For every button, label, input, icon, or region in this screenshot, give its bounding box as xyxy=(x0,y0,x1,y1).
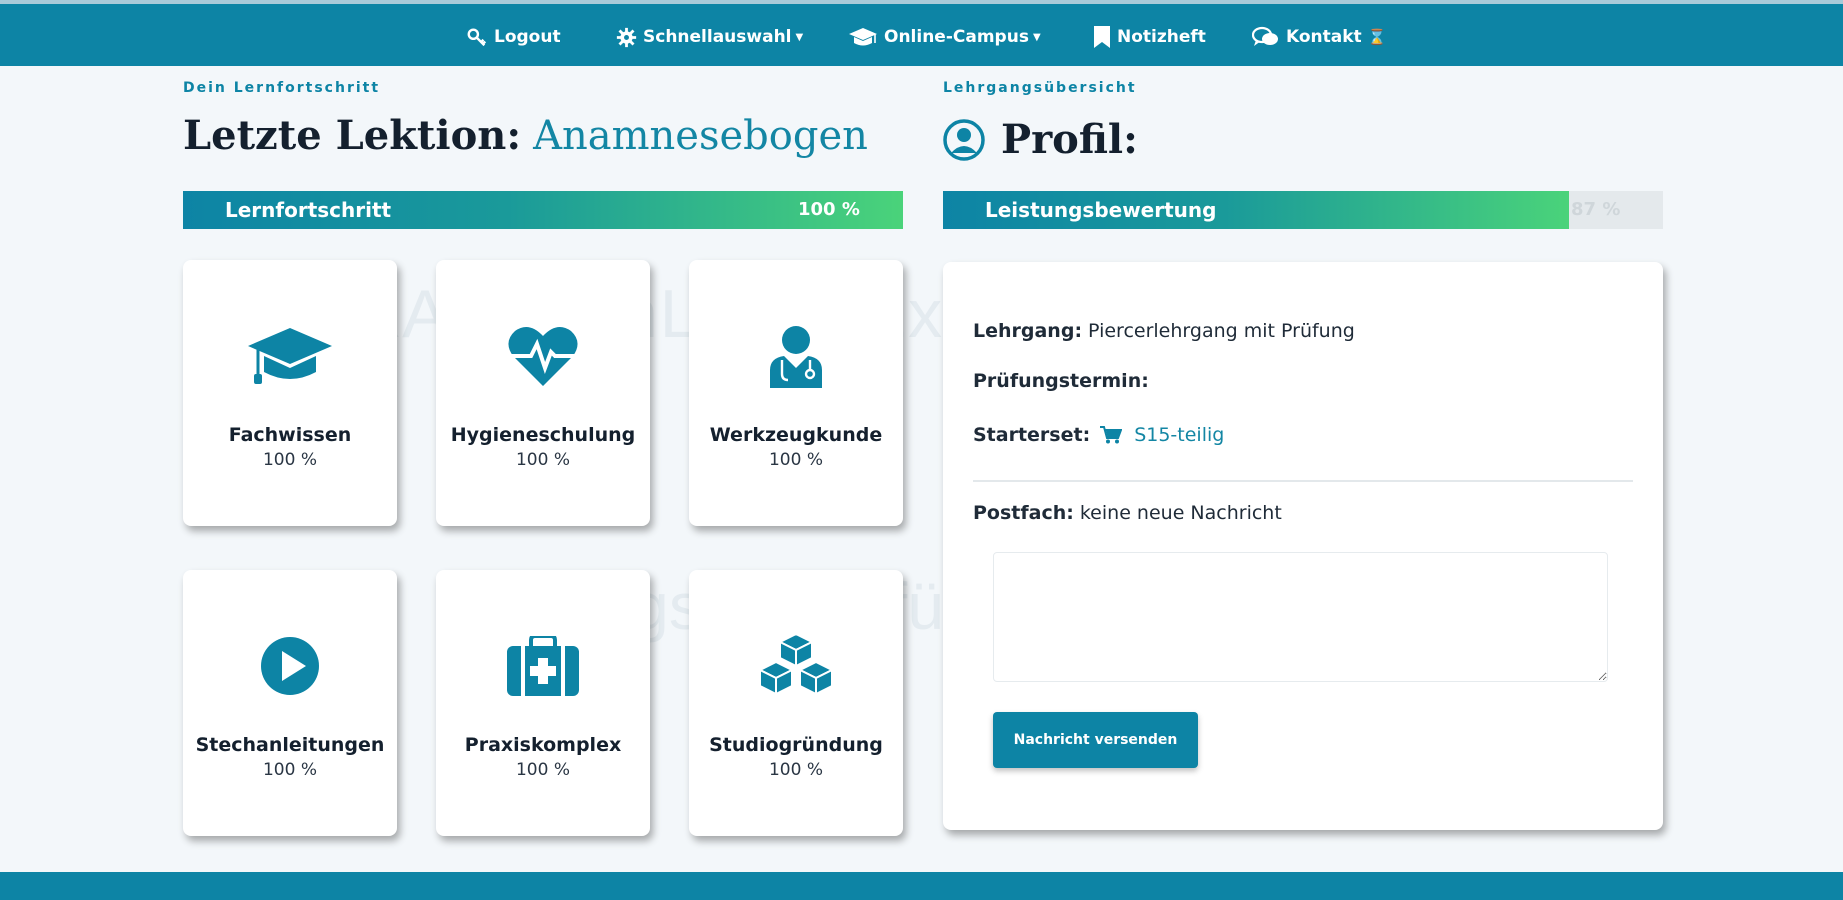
top-navbar: Logout Schnellauswahl ▼ Online-Campus ▼ xyxy=(0,0,1843,66)
send-message-button[interactable]: Nachricht versenden xyxy=(993,712,1198,768)
starterset-link[interactable]: S15-teilig xyxy=(1134,424,1224,446)
hourglass-icon: ⌛ xyxy=(1367,28,1387,46)
lehrgang-value: Piercerlehrgang mit Prüfung xyxy=(1088,320,1355,342)
module-card-werkzeugkunde[interactable]: Werkzeugkunde 100 % xyxy=(689,260,903,526)
progress-kicker: Dein Lernfortschritt xyxy=(183,80,381,96)
key-icon xyxy=(467,28,487,47)
graduation-cap-icon xyxy=(849,28,877,46)
profile-heading-text: Profil: xyxy=(1001,116,1138,163)
module-card-studiogruendung[interactable]: Studiogründung 100 % xyxy=(689,570,903,836)
learning-progress-bar: Lernfortschritt 100 % xyxy=(183,191,903,229)
nav-notizheft-label: Notizheft xyxy=(1117,27,1206,47)
user-circle-icon xyxy=(943,118,985,161)
performance-bar-label: Leistungsbewertung xyxy=(985,198,1217,222)
inbox-value: keine neue Nachricht xyxy=(1079,502,1282,524)
medkit-icon xyxy=(507,636,579,696)
last-lesson-prefix: Letzte Lektion: xyxy=(183,112,522,159)
chevron-down-icon: ▼ xyxy=(795,31,804,43)
footer-bar xyxy=(0,872,1843,900)
nav-logout[interactable]: Logout xyxy=(466,22,561,52)
nav-logout-label: Logout xyxy=(494,27,561,47)
chat-icon xyxy=(1252,26,1278,46)
module-title: Werkzeugkunde xyxy=(709,424,883,446)
bookmark-icon xyxy=(1094,26,1110,48)
nav-online-campus-label: Online-Campus xyxy=(884,27,1029,47)
lehrgang-label: Lehrgang: xyxy=(973,320,1083,342)
profile-heading: Profil: xyxy=(943,116,1138,163)
starterset-label: Starterset: xyxy=(973,424,1091,446)
module-percent: 100 % xyxy=(515,450,570,470)
exam-date-row: Prüfungstermin: xyxy=(973,370,1155,392)
profile-panel: Lehrgang: Piercerlehrgang mit Prüfung Pr… xyxy=(943,262,1663,830)
graduation-cap-icon xyxy=(248,328,332,384)
performance-bar: Leistungsbewertung 87 % xyxy=(943,191,1663,229)
nav-kontakt[interactable]: Kontakt ⌛ xyxy=(1252,22,1386,52)
heart-pulse-icon xyxy=(508,327,578,386)
inbox-row: Postfach: keine neue Nachricht xyxy=(973,502,1282,524)
exam-date-label: Prüfungstermin: xyxy=(973,370,1149,392)
cart-icon xyxy=(1100,426,1123,444)
module-card-praxiskomplex[interactable]: Praxiskomplex 100 % xyxy=(436,570,650,836)
course-overview-kicker: Lehrgangsübersicht xyxy=(943,80,1137,96)
chevron-down-icon: ▼ xyxy=(1032,31,1041,43)
panel-divider xyxy=(973,480,1633,482)
main-nav: Logout Schnellauswahl ▼ Online-Campus ▼ xyxy=(0,22,1843,52)
module-percent: 100 % xyxy=(262,450,317,470)
last-lesson-link[interactable]: Anamnesebogen xyxy=(533,113,868,159)
nav-kontakt-label: Kontakt xyxy=(1286,27,1362,47)
module-title: Hygieneschulung xyxy=(450,424,636,446)
play-circle-icon xyxy=(261,637,319,695)
message-textarea[interactable] xyxy=(993,552,1608,682)
gear-icon xyxy=(616,27,637,47)
nav-schnellauswahl[interactable]: Schnellauswahl ▼ xyxy=(616,22,803,52)
module-card-hygieneschulung[interactable]: Hygieneschulung 100 % xyxy=(436,260,650,526)
module-title: Studiogründung xyxy=(709,734,883,756)
nav-online-campus[interactable]: Online-Campus ▼ xyxy=(848,22,1041,52)
inbox-label: Postfach: xyxy=(973,502,1074,524)
module-title: Praxiskomplex xyxy=(464,734,622,756)
doctor-icon xyxy=(770,326,822,388)
learning-progress-value: 100 % xyxy=(798,199,860,220)
module-card-stechanleitungen[interactable]: Stechanleitungen 100 % xyxy=(183,570,397,836)
last-lesson-heading: Letzte Lektion: Anamnesebogen xyxy=(183,112,868,159)
performance-bar-value: 87 % xyxy=(1571,199,1621,220)
nav-schnellauswahl-label: Schnellauswahl xyxy=(643,27,792,47)
module-percent: 100 % xyxy=(768,760,823,780)
module-percent: 100 % xyxy=(768,450,823,470)
module-title: Stechanleitungen xyxy=(195,734,385,756)
starterset-row: Starterset: S15-teilig xyxy=(973,424,1224,446)
module-percent: 100 % xyxy=(515,760,570,780)
learning-progress-label: Lernfortschritt xyxy=(225,198,392,222)
cubes-icon xyxy=(757,632,835,696)
nav-notizheft[interactable]: Notizheft xyxy=(1093,22,1206,52)
module-card-fachwissen[interactable]: Fachwissen 100 % xyxy=(183,260,397,526)
lehrgang-row: Lehrgang: Piercerlehrgang mit Prüfung xyxy=(973,320,1355,342)
module-percent: 100 % xyxy=(262,760,317,780)
module-title: Fachwissen xyxy=(228,424,352,446)
